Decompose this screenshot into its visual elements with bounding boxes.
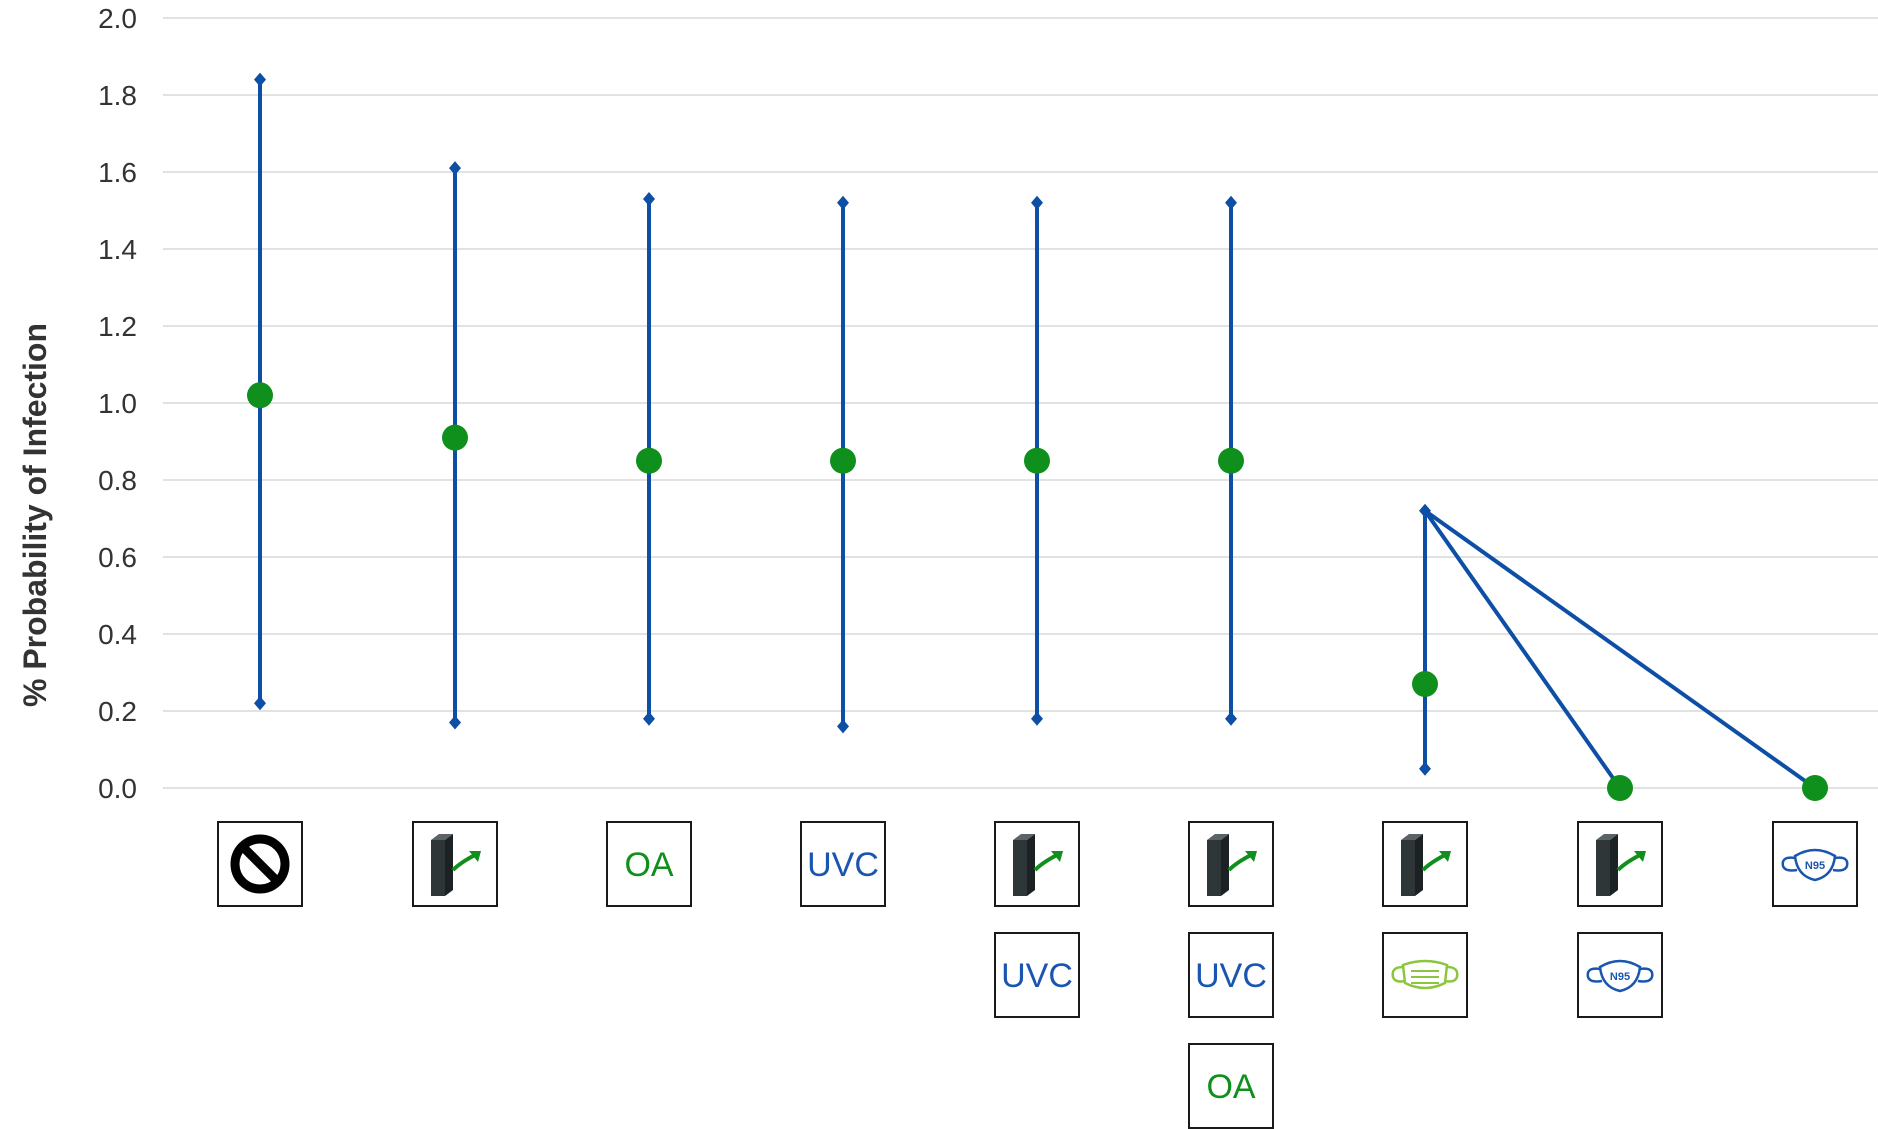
y-tick-label: 0.6 xyxy=(98,542,137,573)
y-tick-label: 0.2 xyxy=(98,696,137,727)
oa-label: OA xyxy=(1206,1068,1255,1106)
chart: 2.0 1.8 1.6 1.4 1.2 1.0 0.8 0.6 0.4 0.2 0.0 % Prob… xyxy=(17,3,1878,1129)
data-point xyxy=(830,447,856,474)
data-point xyxy=(1412,671,1438,698)
n95-label: N95 xyxy=(1805,860,1825,872)
error-bar-lower-cap xyxy=(1031,711,1043,726)
icon-box: UVC xyxy=(800,821,886,907)
icon-box: OA xyxy=(1188,1043,1274,1129)
error-bar-upper-cap xyxy=(643,191,655,206)
gridlines xyxy=(163,17,1878,789)
data-point xyxy=(442,424,468,451)
y-tick-label: 2.0 xyxy=(98,3,137,34)
y-tick-label: 1.6 xyxy=(98,157,137,188)
icon-box xyxy=(1382,821,1468,907)
y-tick-label: 0.8 xyxy=(98,465,137,496)
uvc-label: UVC xyxy=(1195,957,1267,995)
icon-box xyxy=(412,821,498,907)
data-point xyxy=(247,382,273,409)
y-tick-label: 0.4 xyxy=(98,619,137,650)
uvc-label: UVC xyxy=(1001,957,1073,995)
icon-box xyxy=(217,821,303,907)
error-bar-upper-cap xyxy=(254,72,266,87)
data-point xyxy=(1607,775,1633,801)
y-tick-label: 1.4 xyxy=(98,234,137,265)
icon-box: UVC xyxy=(994,932,1080,1018)
y-tick-labels: 2.0 1.8 1.6 1.4 1.2 1.0 0.8 0.6 0.4 0.2 0.0 xyxy=(98,3,137,804)
icon-box xyxy=(1577,821,1663,907)
error-bar-slanted xyxy=(1423,509,1622,790)
icon-box: N95 xyxy=(1577,932,1663,1018)
icon-box: UVC xyxy=(1188,932,1274,1018)
error-bar-lower-cap xyxy=(643,711,655,726)
n95-label: N95 xyxy=(1610,971,1630,983)
y-axis-title: % Probability of Infection xyxy=(17,323,53,707)
icon-box xyxy=(994,821,1080,907)
data-point xyxy=(636,447,662,474)
error-bar-upper-cap xyxy=(449,161,461,176)
error-bar-series xyxy=(247,72,1828,801)
error-bar-lower-cap xyxy=(837,719,849,734)
intervention-icons: OA UVC UVC UVC OA N95 N95 xyxy=(217,821,1858,1129)
data-point xyxy=(1218,447,1244,474)
icon-box xyxy=(1382,932,1468,1018)
error-bar-slanted xyxy=(1423,509,1817,790)
error-bar-lower-cap xyxy=(1225,711,1237,726)
error-bar-upper-cap xyxy=(1031,195,1043,210)
error-bar-upper-cap xyxy=(1225,195,1237,210)
icon-box xyxy=(1188,821,1274,907)
uvc-label: UVC xyxy=(807,846,879,884)
error-bar-lower-cap xyxy=(1419,761,1431,776)
y-tick-label: 1.8 xyxy=(98,80,137,111)
y-tick-label: 1.0 xyxy=(98,388,137,419)
icon-box: OA xyxy=(606,821,692,907)
data-point xyxy=(1802,775,1828,801)
data-point xyxy=(1024,447,1050,474)
oa-label: OA xyxy=(624,846,673,884)
icon-box: N95 xyxy=(1772,821,1858,907)
y-tick-label: 0.0 xyxy=(98,773,137,804)
error-bar-upper-cap xyxy=(837,195,849,210)
y-tick-label: 1.2 xyxy=(98,311,137,342)
error-bar-lower-cap xyxy=(449,715,461,730)
error-bar-lower-cap xyxy=(254,696,266,711)
